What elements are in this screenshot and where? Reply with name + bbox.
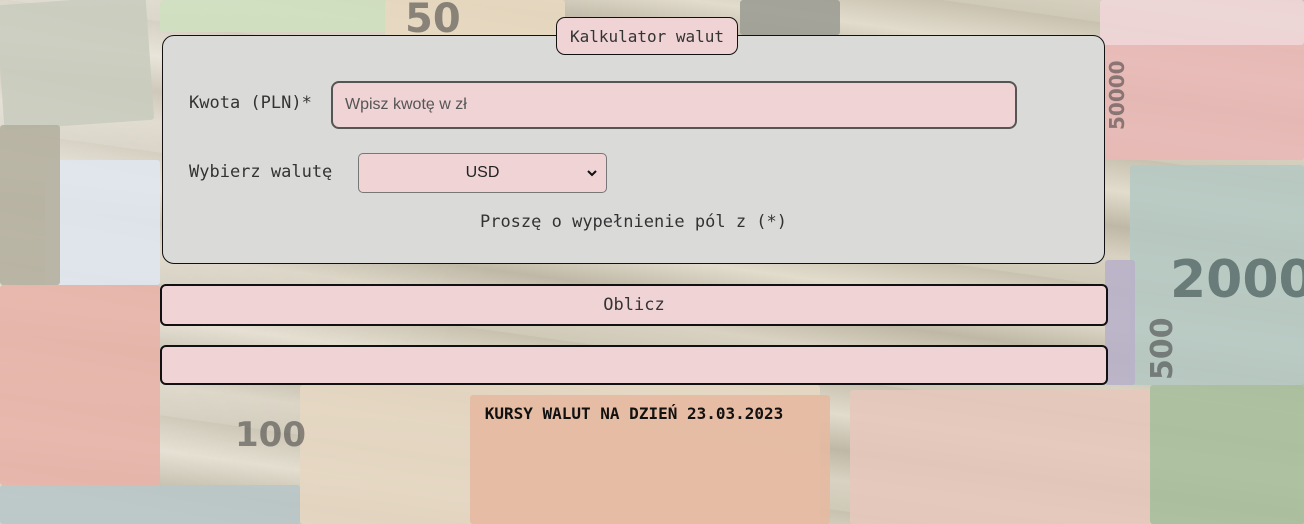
calculate-button[interactable]: Oblicz [160, 284, 1108, 326]
banknote-value-2000: 2000 [1170, 250, 1304, 310]
banknote-blue-bottom [0, 485, 300, 524]
banknote-yuan [0, 285, 160, 485]
currency-select[interactable]: USD [358, 153, 607, 193]
calculator-legend: Kalkulator walut [556, 17, 738, 55]
amount-input[interactable] [331, 81, 1017, 129]
banknote-pink-top [1100, 0, 1304, 45]
banknote-red [1105, 40, 1304, 160]
banknote-value-50000: 50000 [1105, 60, 1129, 130]
banknote-dollar [0, 0, 155, 131]
banknote-value-500: 500 [1145, 317, 1180, 380]
banknote-left-mid [0, 125, 60, 285]
banknote-grey-top [740, 0, 840, 35]
amount-label: Kwota (PLN)* [189, 93, 312, 113]
currency-selected-value: USD [465, 164, 500, 181]
required-fields-hint: Proszę o wypełnienie pól z (*) [479, 212, 788, 232]
banknote-green [160, 0, 390, 32]
banknote-mauve [1105, 260, 1135, 385]
currency-label: Wybierz walutę [189, 162, 333, 182]
banknote-green-bottom [1150, 385, 1304, 524]
result-box [160, 345, 1108, 385]
rates-title: KURSY WALUT NA DZIEŃ 23.03.2023 [484, 404, 784, 423]
chevron-down-icon [587, 170, 597, 177]
banknote-euro [45, 160, 160, 285]
